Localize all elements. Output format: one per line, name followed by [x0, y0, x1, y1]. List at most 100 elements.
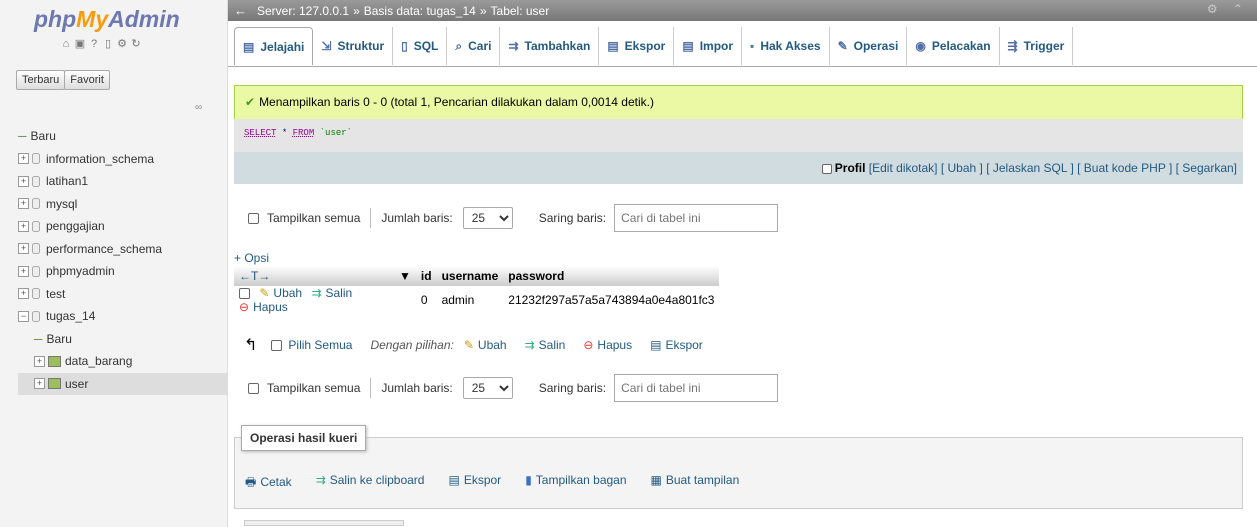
filter-rows-input[interactable] [614, 204, 779, 232]
sql-icon: ▯ [401, 39, 408, 53]
breadcrumb-table[interactable]: Tabel: user [491, 4, 550, 18]
profile-checkbox[interactable] [821, 163, 832, 174]
tree-item[interactable]: + user [18, 372, 228, 395]
tree-item[interactable]: + mysql [18, 193, 228, 216]
delete-icon: ⊖ [239, 300, 250, 314]
expand-icon[interactable]: + [18, 175, 29, 187]
breadcrumb-db[interactable]: Basis data: tugas_14 [364, 4, 476, 18]
collapse-arrow-icon[interactable]: ← [234, 3, 247, 18]
database-icon [32, 175, 40, 187]
phpmyadmin-logo[interactable]: phpMyAdmin [34, 6, 180, 33]
tree-item[interactable]: + phpmyadmin [18, 260, 228, 283]
tree-item[interactable]: − tugas_14 [18, 305, 228, 328]
tree-item[interactable]: + test [18, 283, 228, 306]
structure-icon: ⇲ [321, 39, 332, 53]
tree-item[interactable]: ─ Baru [18, 125, 228, 148]
bulk-delete-button[interactable]: ⊖ Hapus [583, 338, 632, 352]
delete-row-button[interactable]: ⊖ Hapus [239, 300, 288, 314]
docs-icon[interactable]: ▯ [102, 38, 114, 50]
expand-icon[interactable]: + [18, 198, 29, 210]
row-checkbox[interactable] [239, 288, 250, 300]
tree-item[interactable]: + latihan1 [18, 170, 228, 193]
options-link[interactable]: + Opsi [234, 251, 269, 265]
column-arrows[interactable]: ←T→ [234, 266, 394, 286]
breadcrumb-server[interactable]: Server: 127.0.0.1 [257, 4, 349, 18]
expand-icon[interactable]: + [34, 355, 45, 367]
column-username[interactable]: username [436, 266, 504, 286]
bulk-export-button[interactable]: ▤ Ekspor [650, 338, 703, 352]
table-header: ←T→ ▼ id username password [234, 266, 720, 286]
tab-tambahkan[interactable]: ⇉ Tambahkan [500, 27, 600, 65]
tab-trigger[interactable]: ⇶ Trigger [1000, 27, 1074, 65]
tab-cari[interactable]: ⌕ Cari [447, 27, 501, 65]
link-icon[interactable]: ∞ [195, 102, 202, 113]
expand-icon[interactable]: + [18, 265, 29, 277]
home-icon[interactable]: ⌂ [60, 38, 72, 50]
pencil-icon: ✎ [259, 286, 270, 300]
show-all-checkbox[interactable] [248, 212, 259, 224]
sql-query-box[interactable]: SELECT * FROM `user` [234, 119, 1243, 152]
cell-id[interactable]: 0 [416, 286, 437, 314]
edit-row-button[interactable]: ✎ Ubah [259, 286, 302, 300]
tab-jelajahi[interactable]: ▤ Jelajahi [234, 27, 314, 65]
tab-recent[interactable]: Terbaru [16, 70, 66, 90]
tab-hak-akses[interactable]: ▪ Hak Akses [742, 27, 830, 65]
tab-operasi[interactable]: ✎ Operasi [830, 27, 908, 65]
logout-icon[interactable]: ▣ [74, 38, 86, 50]
rows-select[interactable]: 25 [462, 207, 513, 229]
delete-icon: ⊖ [583, 338, 594, 352]
tree-item[interactable]: + data_barang [18, 350, 228, 373]
arrow-up-left-icon: ↰ [244, 337, 258, 354]
export-button[interactable]: ▤ Ekspor [448, 473, 501, 494]
check-all-checkbox[interactable] [271, 339, 283, 351]
tree-item[interactable]: + information_schema [18, 148, 228, 171]
tree-item[interactable]: + performance_schema [18, 238, 228, 261]
table-icon [48, 355, 61, 367]
breadcrumb-bar: ← Server: 127.0.0.1 » Basis data: tugas_… [228, 0, 1257, 21]
settings-icon[interactable]: ⚙ [116, 38, 128, 50]
expand-icon[interactable]: − [18, 310, 29, 322]
expand-icon[interactable]: + [34, 378, 45, 390]
navigation-panel: phpMyAdmin ⌂ ▣ ? ▯ ⚙ ↻ Terbaru Favorit ∞… [0, 0, 228, 527]
tree-item[interactable]: + penggajian [18, 215, 228, 238]
expand-icon[interactable]: + [18, 220, 29, 232]
tab-ekspor[interactable]: ▤ Ekspor [599, 27, 675, 65]
expand-icon[interactable]: + [18, 153, 29, 165]
display-chart-button[interactable]: ▮ Tampilkan bagan [525, 473, 626, 494]
cell-password[interactable]: 21232f297a57a5a743894a0e4a801fc3 [503, 286, 719, 314]
check-icon: ✔ [245, 95, 256, 109]
tab-sql[interactable]: ▯ SQL [393, 27, 448, 65]
column-id[interactable]: id [415, 266, 437, 286]
browse-icon: ▤ [243, 39, 255, 54]
tab-impor[interactable]: ▤ Impor [674, 27, 743, 65]
expand-icon[interactable]: + [18, 288, 29, 300]
check-all-label[interactable]: Pilih Semua [288, 338, 352, 352]
navigation-row-bottom: Tampilkan semua Jumlah baris: 25 Saring … [248, 374, 779, 402]
copy-row-button[interactable]: ⇉ Salin [311, 286, 352, 300]
cell-username[interactable]: admin [437, 286, 504, 314]
bulk-edit-button[interactable]: ✎ Ubah [464, 338, 507, 352]
query-results-operations: Operasi hasil kueri 🖶 Cetak ⇉ Salin ke cli… [234, 425, 1243, 509]
navigation-row-top: Tampilkan semua Jumlah baris: 25 Saring … [248, 204, 779, 232]
view-icon: ▦ [650, 473, 662, 487]
expand-icon[interactable]: + [18, 243, 29, 255]
insert-icon: ⇉ [508, 39, 519, 53]
tree-item[interactable]: ─ Baru [18, 328, 228, 351]
tab-struktur[interactable]: ⇲ Struktur [313, 27, 394, 65]
tab-favorite[interactable]: Favorit [64, 70, 110, 90]
sort-icon[interactable]: ▼ [394, 266, 416, 286]
bulk-copy-button[interactable]: ⇉ Salin [525, 338, 566, 352]
settings-gear-icon[interactable]: ⚙ ⌃ [1207, 2, 1249, 16]
create-view-button[interactable]: ▦ Buat tampilan [651, 473, 740, 494]
tab-pelacakan[interactable]: ◉ Pelacakan [907, 27, 1000, 65]
query-links[interactable]: [Edit dikotak] [ Ubah ] [ Jelaskan SQL ]… [869, 161, 1237, 175]
reload-icon[interactable]: ↻ [130, 38, 142, 50]
print-button[interactable]: 🖶 Cetak [245, 473, 292, 494]
column-password[interactable]: password [503, 266, 720, 286]
show-all-checkbox-bottom[interactable] [248, 382, 259, 394]
help-icon[interactable]: ? [88, 38, 100, 50]
filter-rows-input-bottom[interactable] [614, 374, 779, 402]
copy-clipboard-button[interactable]: ⇉ Salin ke clipboard [316, 473, 425, 494]
rows-select-bottom[interactable]: 25 [462, 377, 513, 399]
export-icon: ▤ [607, 39, 619, 53]
